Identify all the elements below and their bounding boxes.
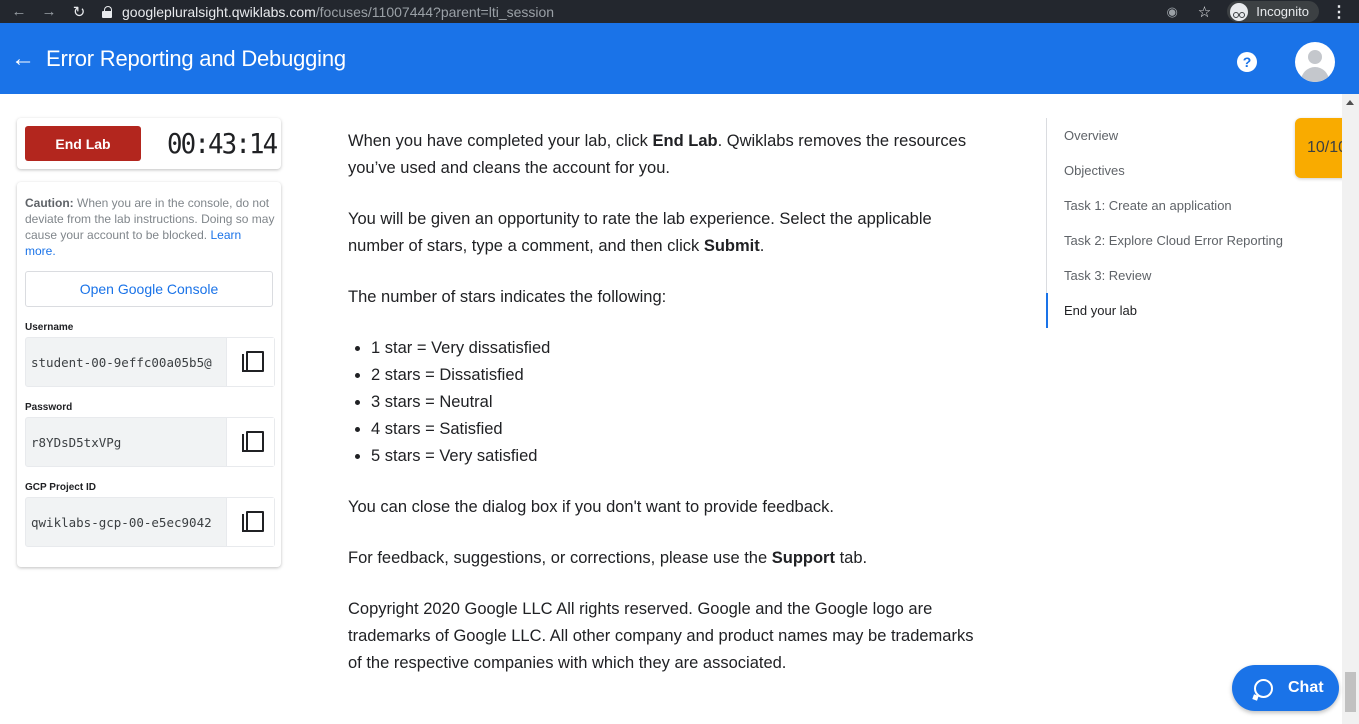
text: . (759, 237, 765, 255)
avatar-body (1301, 67, 1329, 82)
toc-item-task-3[interactable]: Task 3: Review (1047, 258, 1306, 293)
bold-text: End Lab (652, 132, 718, 150)
scroll-up-arrow-icon[interactable] (1346, 100, 1354, 105)
url-path: /focuses/11007444?parent=lti_session (315, 3, 555, 20)
chat-button[interactable]: Chat (1232, 665, 1339, 711)
username-field: student-00-9effc00a05b5@ (25, 337, 275, 387)
paragraph-feedback: For feedback, suggestions, or correction… (348, 545, 988, 572)
copy-icon (242, 511, 264, 533)
copy-username-button[interactable] (226, 338, 274, 386)
paragraph-close-dialog: You can close the dialog box if you don'… (348, 498, 834, 516)
password-field: r8YDsD5txVPg (25, 417, 275, 467)
page-title: Error Reporting and Debugging (46, 45, 346, 71)
incognito-icon (1230, 2, 1249, 21)
caution-message: Caution: When you are in the console, do… (25, 195, 275, 259)
list-item: 3 stars = Neutral (371, 389, 988, 416)
scrollbar-thumb[interactable] (1345, 672, 1356, 712)
copy-icon (242, 431, 264, 453)
page-scrollbar[interactable] (1342, 94, 1359, 724)
toc-item-end-your-lab[interactable]: End your lab (1046, 293, 1306, 328)
toc-item-task-2[interactable]: Task 2: Explore Cloud Error Reporting (1047, 223, 1306, 258)
incognito-label: Incognito (1256, 4, 1309, 19)
url-host: googlepluralsight.qwiklabs.com (122, 3, 316, 20)
help-icon[interactable]: ? (1237, 52, 1257, 72)
password-value[interactable]: r8YDsD5txVPg (26, 435, 226, 450)
copy-icon (242, 351, 264, 373)
caution-title: Caution: (25, 196, 74, 210)
lab-instructions: When you have completed your lab, click … (348, 128, 988, 701)
project-id-label: GCP Project ID (25, 482, 96, 493)
project-id-field: qwiklabs-gcp-00-e5ec9042 (25, 497, 275, 547)
copy-password-button[interactable] (226, 418, 274, 466)
bold-text: Submit (703, 237, 760, 255)
paragraph-stars-intro: The number of stars indicates the follow… (348, 288, 667, 306)
lab-timer-card: End Lab 00:43:14 (17, 118, 281, 169)
stars-list: 1 star = Very dissatisfied 2 stars = Dis… (371, 335, 988, 470)
chat-bubble-icon (1254, 678, 1273, 698)
list-item: 5 stars = Very satisfied (371, 443, 988, 470)
bold-text: Support (771, 549, 835, 567)
username-label: Username (25, 322, 74, 333)
paragraph-rate-lab: You will be given an opportunity to rate… (348, 206, 988, 260)
text: You will be given an opportunity to rate… (348, 210, 932, 255)
chat-label: Chat (1288, 679, 1324, 696)
avatar-head (1308, 50, 1322, 64)
list-item: 4 stars = Satisfied (371, 416, 988, 443)
list-item: 1 star = Very dissatisfied (371, 335, 988, 362)
project-id-value[interactable]: qwiklabs-gcp-00-e5ec9042 (26, 515, 226, 530)
tracking-blocked-icon[interactable]: ◉ (1166, 4, 1177, 20)
toc-item-objectives[interactable]: Objectives (1047, 153, 1306, 188)
back-arrow-icon[interactable]: ← (8, 3, 30, 20)
lab-timer: 00:43:14 (167, 127, 278, 160)
reload-icon[interactable]: ↻ (68, 3, 90, 21)
app-header: ← Error Reporting and Debugging ? (0, 23, 1359, 94)
browser-toolbar: ← → ↻ googlepluralsight.qwiklabs.com/foc… (0, 0, 1359, 23)
password-label: Password (25, 402, 73, 413)
lock-icon[interactable] (102, 5, 112, 18)
paragraph-copyright: Copyright 2020 Google LLC All rights res… (348, 600, 974, 672)
bookmark-star-icon[interactable]: ☆ (1198, 3, 1211, 21)
text: When you have completed your lab, click (348, 132, 653, 150)
back-arrow-icon[interactable]: ← (11, 45, 35, 73)
username-value[interactable]: student-00-9effc00a05b5@ (26, 355, 226, 370)
browser-menu-icon[interactable]: ⋮ (1331, 2, 1347, 22)
avatar[interactable] (1295, 42, 1335, 82)
credentials-card: Caution: When you are in the console, do… (17, 182, 281, 567)
forward-arrow-icon[interactable]: → (38, 3, 60, 20)
incognito-badge[interactable]: Incognito (1227, 1, 1319, 22)
table-of-contents: Overview Objectives Task 1: Create an ap… (1046, 118, 1306, 328)
toc-item-task-1[interactable]: Task 1: Create an application (1047, 188, 1306, 223)
open-google-console-button[interactable]: Open Google Console (25, 271, 273, 307)
copy-project-id-button[interactable] (226, 498, 274, 546)
text: tab. (834, 549, 868, 567)
paragraph-end-lab: When you have completed your lab, click … (348, 128, 988, 182)
list-item: 2 stars = Dissatisfied (371, 362, 988, 389)
address-bar[interactable]: googlepluralsight.qwiklabs.com/focuses/1… (122, 4, 554, 20)
end-lab-button[interactable]: End Lab (25, 126, 141, 161)
toc-item-overview[interactable]: Overview (1047, 118, 1306, 153)
text: For feedback, suggestions, or correction… (348, 549, 772, 567)
